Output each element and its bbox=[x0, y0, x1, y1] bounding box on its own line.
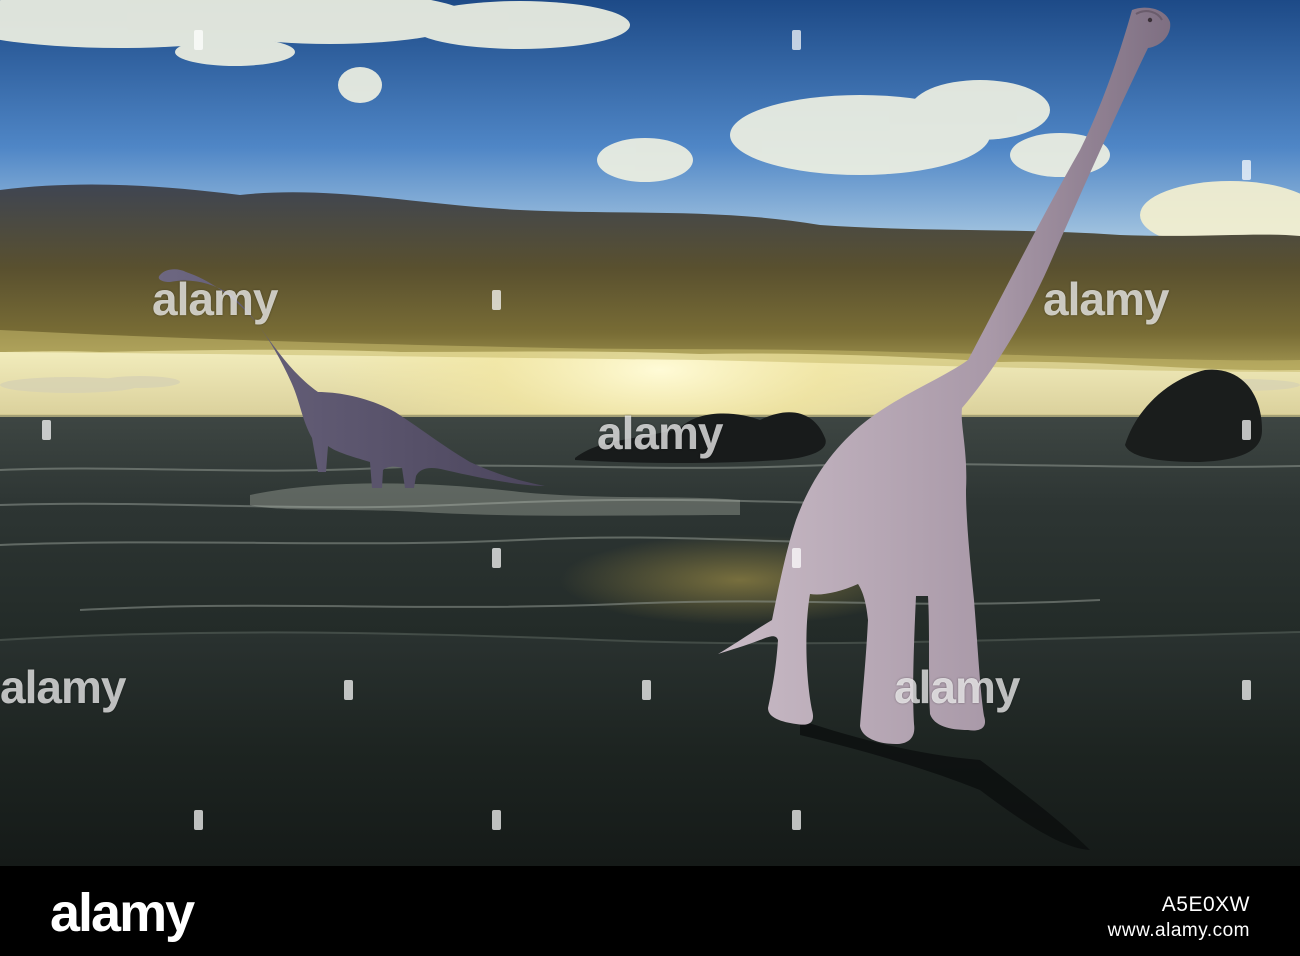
watermark-dot bbox=[792, 810, 801, 830]
watermark-dot bbox=[1242, 420, 1251, 440]
watermark-text: alamy bbox=[152, 273, 278, 325]
watermark-dot bbox=[792, 30, 801, 50]
watermark-dot bbox=[194, 810, 203, 830]
photo-frame: alamy alamy alamy alamy alamy alamy A5E0… bbox=[0, 0, 1300, 956]
beach bbox=[0, 632, 1300, 866]
site-url: www.alamy.com bbox=[1107, 920, 1250, 941]
watermark-dot bbox=[194, 30, 203, 50]
stock-footer: alamy bbox=[0, 866, 1300, 956]
watermark-dot bbox=[492, 548, 501, 568]
watermark-dot bbox=[344, 680, 353, 700]
watermark-text: alamy bbox=[597, 407, 723, 459]
watermark-text: alamy bbox=[894, 661, 1020, 713]
watermark-dot bbox=[42, 420, 51, 440]
watermark-dot bbox=[1242, 160, 1251, 180]
watermark-text: alamy bbox=[0, 661, 126, 713]
stock-id: A5E0XW bbox=[1161, 893, 1250, 916]
watermark-dot bbox=[792, 548, 801, 568]
watermark-dot bbox=[642, 680, 651, 700]
watermark-dot bbox=[492, 290, 501, 310]
watermark-dot bbox=[492, 810, 501, 830]
watermark-text: alamy bbox=[1043, 273, 1169, 325]
watermark-dot bbox=[1242, 680, 1251, 700]
alamy-logo: alamy bbox=[50, 883, 195, 943]
